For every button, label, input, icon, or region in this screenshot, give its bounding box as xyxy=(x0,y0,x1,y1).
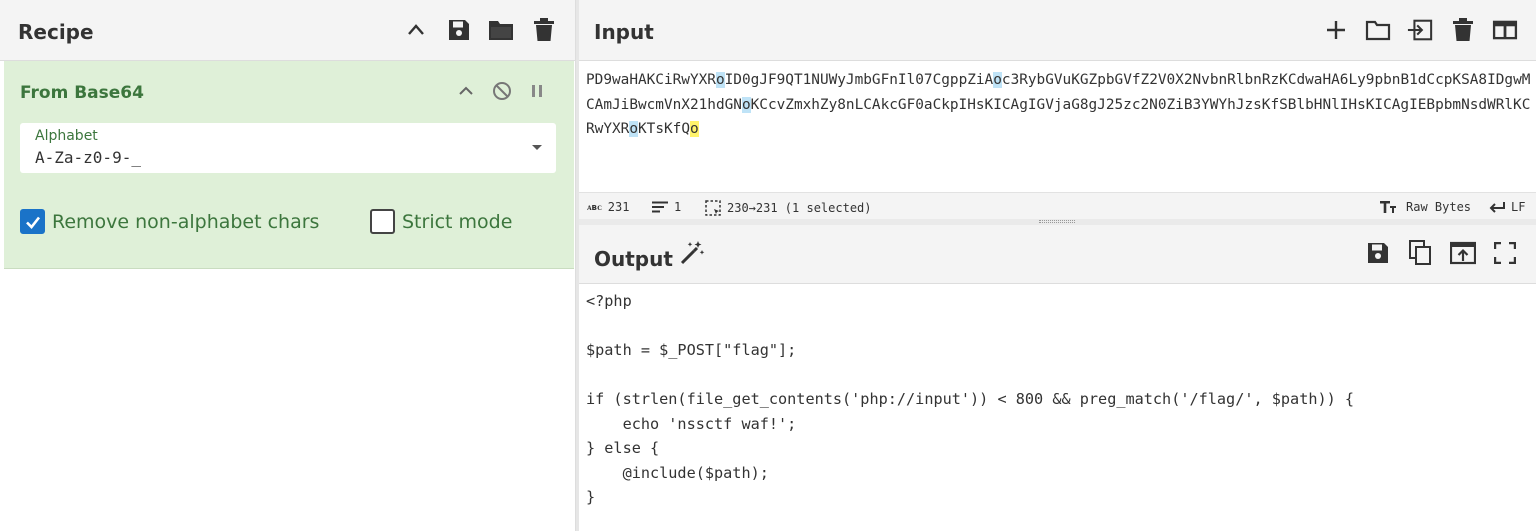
input-text-segment: ID0gJF9QT1NUWyJmbGFnIl07CgppZiA xyxy=(724,72,994,88)
return-icon xyxy=(1489,202,1505,213)
abc-icon: ᴀʙᴄ xyxy=(587,202,602,213)
open-in-input-icon xyxy=(1450,241,1476,265)
trash-icon xyxy=(534,18,554,41)
input-pane: Input PD9waHAKCiRwYXRoID0gJF9QT1NUWyJmbG… xyxy=(579,0,1536,219)
save-output-button[interactable] xyxy=(1365,240,1391,266)
clear-input-button[interactable] xyxy=(1450,17,1476,43)
input-text-segment: KTsKfQ xyxy=(638,121,690,137)
open-input-folder-button[interactable] xyxy=(1365,17,1391,43)
pause-icon xyxy=(532,85,542,97)
alphabet-label: Alphabet xyxy=(35,128,98,144)
remove-non-alphabet-label: Remove non-alphabet chars xyxy=(52,210,320,233)
output-line: @include($path); xyxy=(586,463,769,482)
text-size-icon xyxy=(1380,201,1396,213)
alphabet-select[interactable]: Alphabet A-Za-z0-9-_ xyxy=(20,123,556,173)
divider-grip-icon xyxy=(1039,220,1075,223)
highlighted-char: o xyxy=(993,72,1002,88)
lines-icon xyxy=(652,201,668,213)
input-lines: 1 xyxy=(674,200,682,214)
recipe-pane: Recipe From Base64 Alphabet A-Za-z0-9-_ xyxy=(0,0,576,531)
strict-mode-label: Strict mode xyxy=(402,210,513,233)
output-title: Output xyxy=(594,247,673,271)
maximise-output-button[interactable] xyxy=(1492,240,1518,266)
copy-icon xyxy=(1409,240,1431,265)
plus-icon xyxy=(1327,21,1345,39)
chevron-up-icon xyxy=(408,24,424,35)
breakpoint-button[interactable] xyxy=(525,79,549,103)
trash-icon xyxy=(1453,18,1473,41)
from-base64-operation[interactable]: From Base64 Alphabet A-Za-z0-9-_ Remove … xyxy=(4,61,574,269)
recipe-header: Recipe xyxy=(0,0,575,61)
chevron-up-icon xyxy=(459,86,473,95)
highlighted-char: o xyxy=(629,121,638,137)
input-textarea[interactable]: PD9waHAKCiRwYXRoID0gJF9QT1NUWyJmbGFnIl07… xyxy=(586,68,1532,142)
output-line: echo 'nssctf waf!'; xyxy=(586,414,797,433)
input-encoding: Raw Bytes xyxy=(1406,200,1472,214)
input-selection: 230→231 (1 selected) xyxy=(727,201,872,215)
output-line: if (strlen(file_get_contents('php://inpu… xyxy=(586,390,1355,408)
layout-icon xyxy=(1492,20,1518,40)
checkbox-unchecked-icon xyxy=(370,209,395,234)
copy-output-button[interactable] xyxy=(1407,240,1433,266)
reset-layout-button[interactable] xyxy=(1492,17,1518,43)
load-recipe-button[interactable] xyxy=(488,17,514,43)
output-line: $path = $_POST["flag"]; xyxy=(586,341,797,359)
replace-input-with-output-button[interactable] xyxy=(1450,240,1476,266)
input-selection-stat: 230→231 (1 selected) xyxy=(705,200,872,216)
output-line: } else { xyxy=(586,439,660,457)
input-length: 231 xyxy=(607,200,630,214)
clear-recipe-button[interactable] xyxy=(531,17,557,43)
collapse-operation-button[interactable] xyxy=(454,79,478,103)
remove-non-alphabet-checkbox[interactable]: Remove non-alphabet chars xyxy=(20,209,319,234)
collapse-all-button[interactable] xyxy=(403,17,429,43)
fullscreen-icon xyxy=(1494,242,1516,264)
input-length-stat: ᴀʙᴄ 231 xyxy=(587,200,629,214)
strict-mode-checkbox[interactable]: Strict mode xyxy=(370,209,512,234)
input-text-segment: PD9waHAKCiRwYXR xyxy=(586,72,716,88)
open-input-file-button[interactable] xyxy=(1407,17,1433,43)
recipe-title: Recipe xyxy=(18,20,94,44)
input-header: Input xyxy=(579,0,1536,61)
save-recipe-button[interactable] xyxy=(446,17,472,43)
output-line: } xyxy=(586,488,596,506)
highlighted-char: o xyxy=(741,96,751,113)
highlighted-char: o xyxy=(715,72,725,88)
import-icon xyxy=(1407,19,1433,41)
checkbox-checked-icon xyxy=(20,209,45,234)
output-text[interactable]: <?php $path = $_POST["flag"]; if (strlen… xyxy=(586,289,1532,510)
folder-icon xyxy=(489,21,513,40)
folder-icon xyxy=(1365,20,1391,41)
alphabet-value: A-Za-z0-9-_ xyxy=(35,148,141,167)
output-header: Output xyxy=(579,225,1536,284)
input-status-bar: ᴀʙᴄ 231 1 230→231 (1 selected) Raw Bytes… xyxy=(579,192,1536,219)
disable-operation-button[interactable] xyxy=(490,79,514,103)
output-line: <?php xyxy=(586,292,632,310)
selection-icon xyxy=(705,200,721,216)
disable-icon xyxy=(493,82,511,100)
selected-char: o xyxy=(689,121,699,137)
input-encoding-button[interactable]: Raw Bytes xyxy=(1379,200,1471,214)
output-pane: Output <?php $path = $_POST["flag"]; if … xyxy=(579,225,1536,531)
add-input-tab-button[interactable] xyxy=(1323,17,1349,43)
magic-wand-icon xyxy=(680,241,705,265)
operation-title: From Base64 xyxy=(20,83,144,103)
input-eol-button[interactable]: LF xyxy=(1489,200,1525,214)
magic-button[interactable] xyxy=(679,240,705,266)
input-lines-stat: 1 xyxy=(652,200,681,214)
input-eol: LF xyxy=(1511,200,1526,214)
save-icon xyxy=(1368,243,1388,263)
input-title: Input xyxy=(594,20,654,44)
dropdown-caret-icon xyxy=(532,145,542,150)
save-icon xyxy=(449,20,469,40)
